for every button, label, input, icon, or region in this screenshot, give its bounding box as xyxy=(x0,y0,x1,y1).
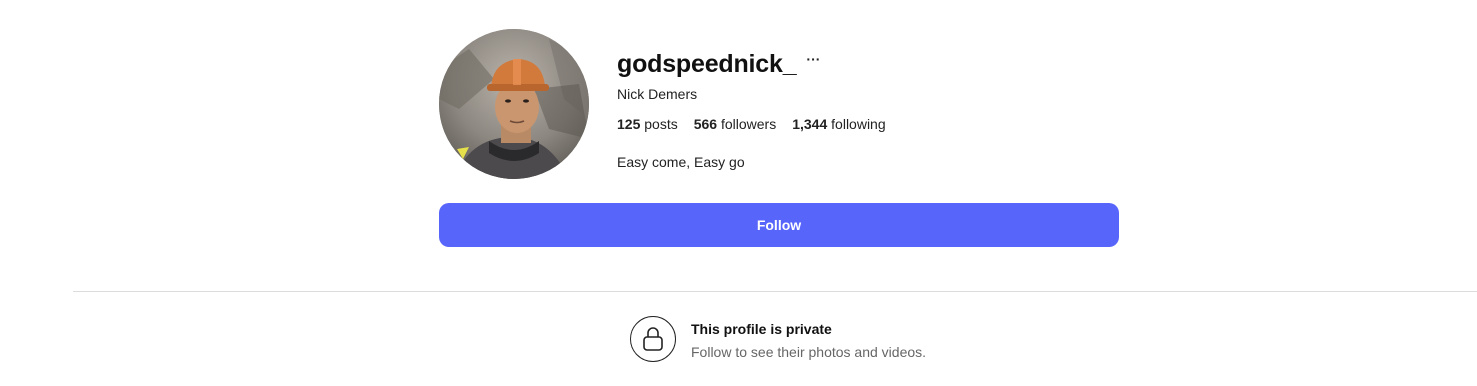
lock-icon-circle xyxy=(630,316,676,362)
follow-button[interactable]: Follow xyxy=(439,203,1119,247)
divider xyxy=(73,291,1477,292)
avatar[interactable] xyxy=(439,29,589,179)
profile-stats: 125 posts 566 followers 1,344 following xyxy=(617,116,902,132)
stat-following-label: following xyxy=(831,116,886,132)
full-name: Nick Demers xyxy=(617,86,698,102)
stat-following[interactable]: 1,344 following xyxy=(792,116,885,132)
private-subtitle: Follow to see their photos and videos. xyxy=(691,344,927,360)
stat-followers[interactable]: 566 followers xyxy=(694,116,777,132)
username-row: godspeednick_ ··· xyxy=(617,50,820,79)
stat-following-count: 1,344 xyxy=(792,116,828,132)
bio: Easy come, Easy go xyxy=(617,154,745,170)
username: godspeednick_ xyxy=(617,50,797,78)
stat-followers-count: 566 xyxy=(693,116,718,132)
lock-icon xyxy=(643,327,663,351)
stat-posts-label: posts xyxy=(644,116,678,132)
profile-page: godspeednick_ ··· Nick Demers 125 posts … xyxy=(0,0,1477,386)
private-title: This profile is private xyxy=(691,321,832,337)
stat-posts-count: 125 xyxy=(617,116,641,132)
stat-followers-label: followers xyxy=(720,116,777,132)
more-options-button[interactable]: ··· xyxy=(806,52,820,66)
avatar-photo xyxy=(439,29,589,179)
stat-posts[interactable]: 125 posts xyxy=(617,116,678,132)
